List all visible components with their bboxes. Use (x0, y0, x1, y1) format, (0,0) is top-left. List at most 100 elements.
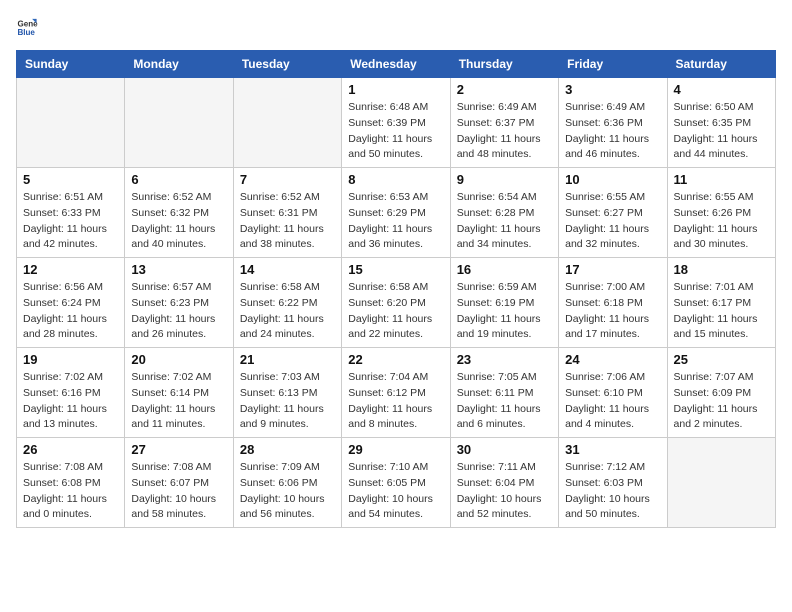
header-thursday: Thursday (450, 51, 558, 78)
day-info: Sunrise: 6:51 AM Sunset: 6:33 PM Dayligh… (23, 190, 118, 253)
week-row-3: 19Sunrise: 7:02 AM Sunset: 6:16 PM Dayli… (17, 348, 776, 438)
day-info: Sunrise: 6:57 AM Sunset: 6:23 PM Dayligh… (131, 280, 226, 343)
calendar-cell: 8 Sunrise: 6:53 AM Sunset: 6:29 PM Daylig… (342, 168, 450, 258)
day-info: Sunrise: 6:58 AM Sunset: 6:22 PM Dayligh… (240, 280, 335, 343)
day-number: 5 (23, 172, 118, 187)
calendar-cell: 23 Sunrise: 7:05 AM Sunset: 6:11 PM Dayli… (450, 348, 558, 438)
day-number: 19 (23, 352, 118, 367)
day-number: 16 (457, 262, 552, 277)
header-friday: Friday (559, 51, 667, 78)
day-info: Sunrise: 7:07 AM Sunset: 6:09 PM Dayligh… (674, 370, 769, 433)
calendar-cell: 14 Sunrise: 6:58 AM Sunset: 6:22 PM Dayli… (233, 258, 341, 348)
calendar-cell: 27 Sunrise: 7:08 AM Sunset: 6:07 PM Dayli… (125, 438, 233, 528)
day-info: Sunrise: 7:11 AM Sunset: 6:04 PM Dayligh… (457, 460, 552, 523)
calendar-cell: 13 Sunrise: 6:57 AM Sunset: 6:23 PM Dayli… (125, 258, 233, 348)
day-number: 17 (565, 262, 660, 277)
day-number: 23 (457, 352, 552, 367)
day-info: Sunrise: 6:56 AM Sunset: 6:24 PM Dayligh… (23, 280, 118, 343)
calendar-cell: 29 Sunrise: 7:10 AM Sunset: 6:05 PM Dayli… (342, 438, 450, 528)
day-number: 15 (348, 262, 443, 277)
day-number: 11 (674, 172, 769, 187)
calendar-cell: 15 Sunrise: 6:58 AM Sunset: 6:20 PM Dayli… (342, 258, 450, 348)
day-number: 28 (240, 442, 335, 457)
calendar-cell: 19Sunrise: 7:02 AM Sunset: 6:16 PM Dayli… (17, 348, 125, 438)
header-monday: Monday (125, 51, 233, 78)
day-info: Sunrise: 7:00 AM Sunset: 6:18 PM Dayligh… (565, 280, 660, 343)
day-number: 30 (457, 442, 552, 457)
day-info: Sunrise: 7:09 AM Sunset: 6:06 PM Dayligh… (240, 460, 335, 523)
day-number: 13 (131, 262, 226, 277)
day-number: 18 (674, 262, 769, 277)
day-info: Sunrise: 6:53 AM Sunset: 6:29 PM Dayligh… (348, 190, 443, 253)
calendar-cell: 30 Sunrise: 7:11 AM Sunset: 6:04 PM Dayli… (450, 438, 558, 528)
calendar-cell: 7Sunrise: 6:52 AM Sunset: 6:31 PM Daylig… (233, 168, 341, 258)
day-info: Sunrise: 7:05 AM Sunset: 6:11 PM Dayligh… (457, 370, 552, 433)
day-info: Sunrise: 7:08 AM Sunset: 6:07 PM Dayligh… (131, 460, 226, 523)
day-number: 24 (565, 352, 660, 367)
day-number: 26 (23, 442, 118, 457)
day-info: Sunrise: 6:48 AM Sunset: 6:39 PM Dayligh… (348, 100, 443, 163)
day-number: 8 (348, 172, 443, 187)
header-tuesday: Tuesday (233, 51, 341, 78)
day-info: Sunrise: 7:06 AM Sunset: 6:10 PM Dayligh… (565, 370, 660, 433)
day-info: Sunrise: 7:10 AM Sunset: 6:05 PM Dayligh… (348, 460, 443, 523)
day-number: 7 (240, 172, 335, 187)
day-info: Sunrise: 7:08 AM Sunset: 6:08 PM Dayligh… (23, 460, 118, 523)
calendar-cell: 2 Sunrise: 6:49 AM Sunset: 6:37 PM Daylig… (450, 78, 558, 168)
logo-icon: General Blue (16, 16, 38, 38)
day-number: 27 (131, 442, 226, 457)
calendar-cell: 1 Sunrise: 6:48 AM Sunset: 6:39 PM Daylig… (342, 78, 450, 168)
day-info: Sunrise: 6:59 AM Sunset: 6:19 PM Dayligh… (457, 280, 552, 343)
week-row-4: 26 Sunrise: 7:08 AM Sunset: 6:08 PM Dayli… (17, 438, 776, 528)
calendar-cell: 17 Sunrise: 7:00 AM Sunset: 6:18 PM Dayli… (559, 258, 667, 348)
calendar-cell: 28 Sunrise: 7:09 AM Sunset: 6:06 PM Dayli… (233, 438, 341, 528)
calendar-cell: 18 Sunrise: 7:01 AM Sunset: 6:17 PM Dayli… (667, 258, 775, 348)
calendar-cell (233, 78, 341, 168)
calendar-cell: 12Sunrise: 6:56 AM Sunset: 6:24 PM Dayli… (17, 258, 125, 348)
day-info: Sunrise: 7:12 AM Sunset: 6:03 PM Dayligh… (565, 460, 660, 523)
day-number: 4 (674, 82, 769, 97)
day-info: Sunrise: 6:52 AM Sunset: 6:32 PM Dayligh… (131, 190, 226, 253)
calendar-cell: 26 Sunrise: 7:08 AM Sunset: 6:08 PM Dayli… (17, 438, 125, 528)
calendar-cell: 11 Sunrise: 6:55 AM Sunset: 6:26 PM Dayli… (667, 168, 775, 258)
day-info: Sunrise: 7:01 AM Sunset: 6:17 PM Dayligh… (674, 280, 769, 343)
day-number: 1 (348, 82, 443, 97)
week-row-0: 1 Sunrise: 6:48 AM Sunset: 6:39 PM Daylig… (17, 78, 776, 168)
calendar-cell: 5 Sunrise: 6:51 AM Sunset: 6:33 PM Daylig… (17, 168, 125, 258)
calendar-cell: 20Sunrise: 7:02 AM Sunset: 6:14 PM Dayli… (125, 348, 233, 438)
calendar-cell: 9Sunrise: 6:54 AM Sunset: 6:28 PM Daylig… (450, 168, 558, 258)
day-number: 2 (457, 82, 552, 97)
week-row-1: 5 Sunrise: 6:51 AM Sunset: 6:33 PM Daylig… (17, 168, 776, 258)
day-info: Sunrise: 6:55 AM Sunset: 6:26 PM Dayligh… (674, 190, 769, 253)
week-row-2: 12Sunrise: 6:56 AM Sunset: 6:24 PM Dayli… (17, 258, 776, 348)
day-number: 6 (131, 172, 226, 187)
calendar-cell (125, 78, 233, 168)
day-number: 29 (348, 442, 443, 457)
page-header: General Blue (16, 16, 776, 38)
calendar-table: SundayMondayTuesdayWednesdayThursdayFrid… (16, 50, 776, 528)
calendar-cell: 16 Sunrise: 6:59 AM Sunset: 6:19 PM Dayli… (450, 258, 558, 348)
day-number: 31 (565, 442, 660, 457)
calendar-cell: 6 Sunrise: 6:52 AM Sunset: 6:32 PM Daylig… (125, 168, 233, 258)
logo: General Blue (16, 16, 38, 38)
day-number: 14 (240, 262, 335, 277)
header-wednesday: Wednesday (342, 51, 450, 78)
day-info: Sunrise: 6:50 AM Sunset: 6:35 PM Dayligh… (674, 100, 769, 163)
day-info: Sunrise: 6:49 AM Sunset: 6:37 PM Dayligh… (457, 100, 552, 163)
day-number: 10 (565, 172, 660, 187)
day-info: Sunrise: 7:03 AM Sunset: 6:13 PM Dayligh… (240, 370, 335, 433)
day-number: 21 (240, 352, 335, 367)
calendar-cell: 31 Sunrise: 7:12 AM Sunset: 6:03 PM Dayli… (559, 438, 667, 528)
day-number: 25 (674, 352, 769, 367)
calendar-cell: 4 Sunrise: 6:50 AM Sunset: 6:35 PM Daylig… (667, 78, 775, 168)
header-sunday: Sunday (17, 51, 125, 78)
day-number: 3 (565, 82, 660, 97)
svg-text:Blue: Blue (17, 28, 35, 37)
day-info: Sunrise: 6:54 AM Sunset: 6:28 PM Dayligh… (457, 190, 552, 253)
day-info: Sunrise: 7:02 AM Sunset: 6:14 PM Dayligh… (131, 370, 226, 433)
header-row: SundayMondayTuesdayWednesdayThursdayFrid… (17, 51, 776, 78)
calendar-cell: 21 Sunrise: 7:03 AM Sunset: 6:13 PM Dayli… (233, 348, 341, 438)
calendar-cell: 25 Sunrise: 7:07 AM Sunset: 6:09 PM Dayli… (667, 348, 775, 438)
day-info: Sunrise: 6:58 AM Sunset: 6:20 PM Dayligh… (348, 280, 443, 343)
day-info: Sunrise: 6:49 AM Sunset: 6:36 PM Dayligh… (565, 100, 660, 163)
